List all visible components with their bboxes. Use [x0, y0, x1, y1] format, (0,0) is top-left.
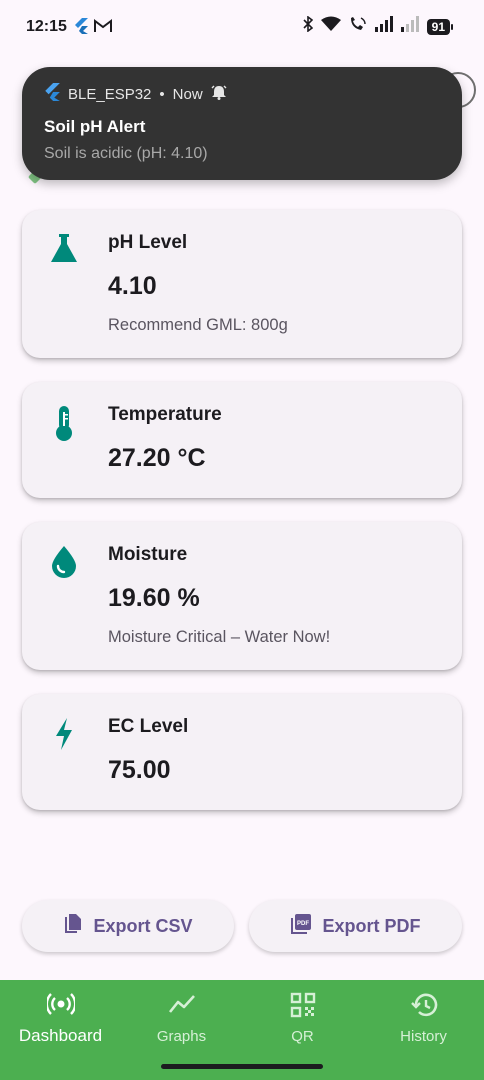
notification-app-name: BLE_ESP32 [68, 85, 152, 103]
moisture-card: Moisture 19.60 % Moisture Critical – Wat… [22, 522, 462, 670]
sensors-icon [0, 992, 121, 1020]
wifi-icon [320, 16, 341, 37]
notification-title: Soil pH Alert [44, 117, 146, 136]
water-drop-icon [48, 544, 80, 580]
temperature-value: 27.20 °C [108, 444, 206, 472]
flutter-icon [74, 18, 88, 39]
ec-level-value: 75.00 [108, 756, 171, 784]
moisture-value: 19.60 % [108, 584, 200, 612]
history-icon [363, 992, 484, 1020]
signal-icon [374, 16, 393, 37]
notification-time: Now [172, 85, 203, 103]
ph-level-label: pH Level [108, 232, 188, 253]
signal-2-icon [400, 16, 419, 37]
svg-text:PDF: PDF [297, 921, 309, 927]
nav-label-history: History [400, 1028, 447, 1045]
flask-icon [48, 232, 80, 268]
export-pdf-label: Export PDF [322, 915, 421, 936]
nav-item-dashboard[interactable]: Dashboard [0, 980, 121, 1060]
notification-separator: • [159, 85, 165, 103]
ph-recommendation: Recommend GML: 800g [108, 316, 288, 334]
pdf-icon: PDF [290, 913, 312, 940]
wifi-calling-icon [349, 16, 367, 37]
status-time: 12:15 [26, 18, 67, 35]
status-bar: 12:15 91 [0, 0, 484, 56]
export-csv-button[interactable]: Export CSV [22, 900, 234, 952]
temperature-card: Temperature 27.20 °C [22, 382, 462, 498]
gmail-icon [94, 19, 112, 38]
moisture-warning: Moisture Critical – Water Now! [108, 628, 331, 646]
file-copy-icon [63, 913, 83, 940]
thermometer-icon [48, 404, 80, 441]
nav-item-history[interactable]: History [363, 980, 484, 1060]
nav-label-graphs: Graphs [156, 1028, 207, 1045]
temperature-label: Temperature [108, 404, 222, 425]
gesture-handle[interactable] [161, 1064, 323, 1069]
ph-level-card: pH Level 4.10 Recommend GML: 800g [22, 210, 462, 358]
line-chart-icon [121, 992, 242, 1020]
notification-soil-ph-alert[interactable]: BLE_ESP32 • Now Soil pH Alert Soil is ac… [22, 67, 462, 180]
nav-label-qr: QR [291, 1028, 314, 1045]
bolt-icon [48, 716, 80, 752]
nav-item-graphs[interactable]: Graphs [121, 980, 242, 1060]
moisture-label: Moisture [108, 544, 188, 565]
ph-level-value: 4.10 [108, 272, 157, 300]
export-csv-label: Export CSV [93, 915, 193, 936]
qr-code-icon [242, 992, 363, 1020]
bluetooth-icon [303, 15, 313, 37]
export-pdf-button[interactable]: PDF Export PDF [249, 900, 462, 952]
flutter-app-icon [44, 83, 60, 105]
battery-indicator: 91 [426, 18, 454, 35]
nav-item-qr[interactable]: QR [242, 980, 363, 1060]
nav-label-dashboard: Dashboard [18, 1026, 103, 1045]
alarm-bell-icon [211, 84, 227, 104]
ec-level-label: EC Level [108, 716, 189, 737]
notification-body: Soil is acidic (pH: 4.10) [44, 145, 208, 162]
ec-level-card: EC Level 75.00 [22, 694, 462, 810]
